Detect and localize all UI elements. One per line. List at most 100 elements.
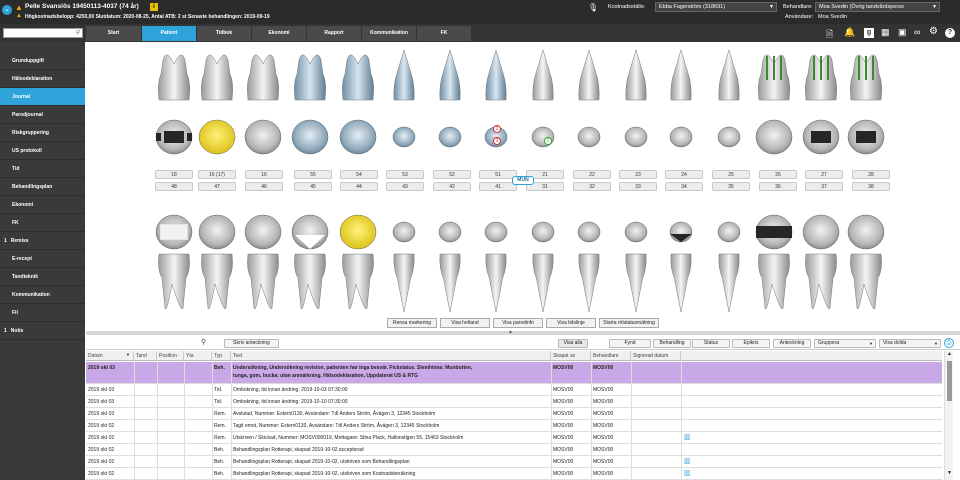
tooth-number-22[interactable]: 22: [573, 170, 611, 179]
search-box[interactable]: ⚲: [3, 28, 83, 38]
link-icon[interactable]: ∞: [914, 27, 920, 37]
tab-rapport[interactable]: Rapport: [307, 26, 362, 41]
tab-tidbok[interactable]: Tidbok: [197, 26, 252, 41]
tooth-number-16-17[interactable]: 16 (17): [198, 170, 236, 179]
sidebar-item-kommunikation[interactable]: Kommunikation: [0, 286, 85, 304]
column-header-skapat-av[interactable]: Skapat av: [551, 351, 591, 361]
scroll-up-icon[interactable]: ▲: [947, 351, 952, 357]
table-row[interactable]: 2019 okt 03 Rem. Avslutad, Nummer: Exter…: [86, 408, 942, 420]
sidebar-item-notis[interactable]: 1 Notis: [0, 322, 85, 340]
column-header-tand[interactable]: Tand: [134, 351, 157, 361]
tab-patient[interactable]: Patient: [142, 26, 197, 41]
show-full-tooth-button[interactable]: Visa heltand: [440, 318, 490, 328]
kostnadsstalle-select[interactable]: Ebba Fagerström (318691) ▼: [655, 2, 777, 12]
sidebar-item-fk[interactable]: FK: [0, 214, 85, 232]
help-icon[interactable]: ?: [945, 28, 955, 38]
sidebar-item-parodjournal[interactable]: Parodjournal: [0, 106, 85, 124]
sidebar-item-tandteknik[interactable]: Tandteknik: [0, 268, 85, 286]
mun-button[interactable]: MUN: [512, 176, 534, 185]
tab-fk[interactable]: FK: [417, 26, 472, 41]
tooth-number-45[interactable]: 45: [294, 182, 332, 191]
table-row[interactable]: 2019 okt 02 Rem. Utskriven / Skickad, Nu…: [86, 432, 942, 444]
tooth-number-46[interactable]: 46: [245, 182, 283, 191]
tooth-number-48[interactable]: 48: [155, 182, 193, 191]
filter-status-button[interactable]: Status: [692, 339, 730, 348]
tooth-number-32[interactable]: 32: [573, 182, 611, 191]
sidebar-item-halsodeklaration[interactable]: Hälsodeklaration: [0, 70, 85, 88]
clear-selection-button[interactable]: Rensa markering: [387, 318, 437, 328]
calendar-icon[interactable]: ▣: [898, 27, 907, 38]
tooth-number-34[interactable]: 34: [665, 182, 703, 191]
tooth-number-23[interactable]: 23: [619, 170, 657, 179]
group-select[interactable]: Gruppera ▼: [814, 339, 876, 348]
tooth-number-54[interactable]: 54: [340, 170, 378, 179]
tab-start[interactable]: Start: [86, 26, 142, 41]
tab-kommunikation[interactable]: Kommunikation: [362, 26, 417, 41]
sidebar-item-tid[interactable]: Tid: [0, 160, 85, 178]
show-all-button[interactable]: Visa alla: [558, 339, 588, 348]
table-row[interactable]: 2019 okt 02 Rem. Tagit emot, Nummer: Ext…: [86, 420, 942, 432]
column-header-text[interactable]: Text: [231, 351, 551, 361]
tab-ekonomi[interactable]: Ekonomi: [252, 26, 307, 41]
patient-card-icon[interactable]: 🗎: [826, 27, 833, 43]
scrollbar-thumb[interactable]: [947, 361, 952, 401]
show-parod-info-button[interactable]: Visa parodinfo: [493, 318, 543, 328]
sidebar-item-behandlingsplan[interactable]: Behandlingsplan: [0, 178, 85, 196]
show-hidden-select[interactable]: Visa dolda ▼: [879, 339, 941, 348]
filter-epikris-button[interactable]: Epikris: [732, 339, 770, 348]
attachment-icon[interactable]: ▥: [682, 432, 691, 444]
tooth-number-35[interactable]: 35: [712, 182, 750, 191]
info-icon[interactable]: i: [150, 3, 158, 11]
attachment-icon[interactable]: ▥: [682, 468, 691, 480]
splitter[interactable]: [86, 331, 960, 335]
tooth-number-44[interactable]: 44: [340, 182, 378, 191]
tooth-number-41[interactable]: 41: [479, 182, 517, 191]
tooth-number-42[interactable]: 42: [433, 182, 471, 191]
tooth-number-26[interactable]: 26: [759, 170, 797, 179]
microphone-icon[interactable]: 🎙: [588, 3, 598, 12]
tooth-number-18[interactable]: 18: [155, 170, 193, 179]
table-row[interactable]: 2019 okt 03 Beh. Undersökning, Undersökn…: [86, 362, 942, 384]
splitter-handle-icon[interactable]: ▲: [508, 329, 513, 335]
tooth-number-47[interactable]: 47: [198, 182, 236, 191]
show-timeline-button[interactable]: Visa tidslinje: [546, 318, 596, 328]
sidebar-item-journal[interactable]: Journal: [0, 88, 85, 106]
sidebar-item-grunduppgift[interactable]: Grunduppgift: [0, 52, 85, 70]
expand-icon[interactable]: ⌄: [2, 5, 12, 15]
tooth-number-33[interactable]: 33: [619, 182, 657, 191]
search-input[interactable]: [4, 29, 70, 37]
document-icon[interactable]: ▦: [881, 27, 890, 38]
collapse-sidebar-icon[interactable]: «: [75, 27, 79, 34]
table-row[interactable]: 2019 okt 02 Beh. Behandlingsplan Rottera…: [86, 444, 942, 456]
column-header-typ[interactable]: Typ: [212, 351, 231, 361]
bell-icon[interactable]: 🔔: [844, 27, 855, 38]
tooth-number-36[interactable]: 36: [759, 182, 797, 191]
attachment-icon[interactable]: ▥: [682, 456, 691, 468]
sidebar-item-e-recept[interactable]: E-recept: [0, 250, 85, 268]
tooth-number-52[interactable]: 52: [433, 170, 471, 179]
table-scrollbar[interactable]: ▲ ▼: [944, 351, 953, 480]
tooth-number-43[interactable]: 43: [386, 182, 424, 191]
filter-behandling-button[interactable]: Behandling: [653, 339, 691, 348]
column-header-signerad-datum[interactable]: Signerad datum: [631, 351, 681, 361]
column-header-behandlare[interactable]: Behandlare: [591, 351, 631, 361]
start-root-status-button[interactable]: Starta rötstatusmätning: [599, 318, 659, 328]
write-note-button[interactable]: Skriv anteckning: [224, 339, 279, 348]
table-row[interactable]: 2019 okt 03 Tid. Ombokning, tid innan än…: [86, 396, 942, 408]
column-header-yta[interactable]: Yta: [184, 351, 212, 361]
sidebar-item-fil[interactable]: Fil: [0, 304, 85, 322]
sidebar-item-remiss[interactable]: 1 Remiss: [0, 232, 85, 250]
filter-fynd-button[interactable]: Fynd: [609, 339, 651, 348]
table-row[interactable]: 2019 okt 03 Tid. Ombokning, tid innan än…: [86, 384, 942, 396]
tooth-number-16[interactable]: 16: [245, 170, 283, 179]
column-header-position[interactable]: Position: [157, 351, 184, 361]
letter-g-icon[interactable]: g: [864, 28, 874, 38]
scroll-down-icon[interactable]: ▼: [947, 470, 952, 476]
tooth-number-53[interactable]: 53: [386, 170, 424, 179]
tooth-number-28[interactable]: 28: [852, 170, 890, 179]
search-icon[interactable]: ⚲: [201, 338, 206, 346]
table-row[interactable]: 2019 okt 02 Beh. Behandlingsplan Rottera…: [86, 456, 942, 468]
tooth-number-38[interactable]: 38: [852, 182, 890, 191]
tooth-number-37[interactable]: 37: [805, 182, 843, 191]
sidebar-item-riskgruppering[interactable]: Riskgruppering: [0, 124, 85, 142]
